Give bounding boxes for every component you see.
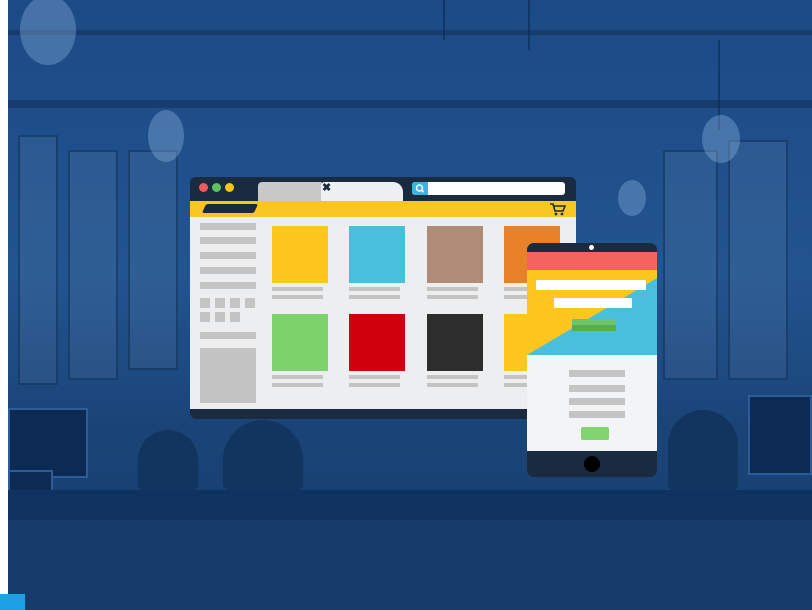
lamp-bulb [148, 110, 184, 162]
tablet-input-field [536, 280, 646, 290]
window-pane [68, 150, 118, 380]
lamp-wire [443, 0, 445, 40]
tablet-submit-button [581, 427, 609, 440]
background-monitor [8, 408, 88, 478]
sidebar-swatch [200, 312, 210, 322]
sidebar-placeholder-line [200, 223, 256, 230]
product-caption-line [427, 295, 478, 299]
tablet-screen [527, 252, 657, 451]
tablet-hero-button-shade [572, 325, 616, 331]
corner-badge [0, 594, 25, 610]
tablet-placeholder-line [569, 370, 625, 377]
product-caption-line [272, 375, 323, 379]
product-caption-line [272, 383, 323, 387]
sidebar-swatch [245, 298, 255, 308]
page-left-edge [0, 0, 8, 610]
sidebar-placeholder-line [200, 237, 256, 244]
product-card [427, 314, 483, 371]
browser-tab-active [321, 182, 403, 201]
camera-icon [589, 245, 594, 250]
cart-icon [550, 202, 567, 216]
product-caption-line [427, 375, 478, 379]
product-caption-line [349, 295, 400, 299]
sidebar-swatch [230, 312, 240, 322]
ceiling-beam [8, 30, 812, 35]
tablet-placeholder-line [569, 411, 625, 418]
sidebar-placeholder-line [200, 252, 256, 259]
browser-search-field [412, 182, 565, 195]
background-person [138, 430, 198, 490]
product-caption-line [272, 287, 323, 291]
product-caption-line [427, 383, 478, 387]
product-caption-line [427, 287, 478, 291]
browser-content [190, 217, 576, 409]
product-caption-line [349, 375, 400, 379]
lamp-bulb [618, 180, 646, 216]
product-card [272, 314, 328, 371]
tablet-input-field [554, 298, 632, 308]
background-monitor [748, 395, 812, 475]
window-close-dot [199, 183, 208, 192]
browser-window: ✖ [190, 177, 576, 419]
lamp-bulb [702, 115, 740, 163]
site-logo [201, 204, 259, 213]
lamp-wire [528, 0, 530, 50]
sidebar-swatch [215, 312, 225, 322]
sidebar-swatch [215, 298, 225, 308]
product-caption-line [349, 383, 400, 387]
background-person [223, 420, 303, 490]
tablet-placeholder-line [569, 398, 625, 405]
sidebar-placeholder-line [200, 332, 256, 339]
product-card [349, 226, 405, 283]
ceiling-beam [8, 100, 812, 108]
product-card [427, 226, 483, 283]
background-person [668, 410, 738, 490]
background-floor [8, 520, 812, 610]
sidebar-swatch [230, 298, 240, 308]
sidebar-swatch [200, 298, 210, 308]
window-pane [663, 150, 718, 380]
window-minimize-dot [225, 183, 234, 192]
window-pane [18, 135, 58, 385]
home-button-icon [584, 456, 600, 472]
window-pane [128, 150, 178, 370]
lamp-bulb [20, 0, 76, 65]
search-icon [412, 182, 428, 195]
sidebar-placeholder-line [200, 267, 256, 274]
tablet-placeholder-line [569, 385, 625, 392]
window-pane [728, 140, 788, 380]
product-caption-line [272, 295, 323, 299]
sidebar-ad-box [200, 348, 256, 403]
product-card [349, 314, 405, 371]
background-desk [8, 490, 812, 520]
product-caption-line [349, 287, 400, 291]
tablet-header-bar [527, 252, 657, 270]
browser-tab-inactive [258, 182, 324, 201]
product-card [272, 226, 328, 283]
tablet-device [527, 243, 657, 477]
sidebar-placeholder-line [200, 282, 256, 289]
tab-close-icon: ✖ [322, 182, 332, 194]
window-maximize-dot [212, 183, 221, 192]
